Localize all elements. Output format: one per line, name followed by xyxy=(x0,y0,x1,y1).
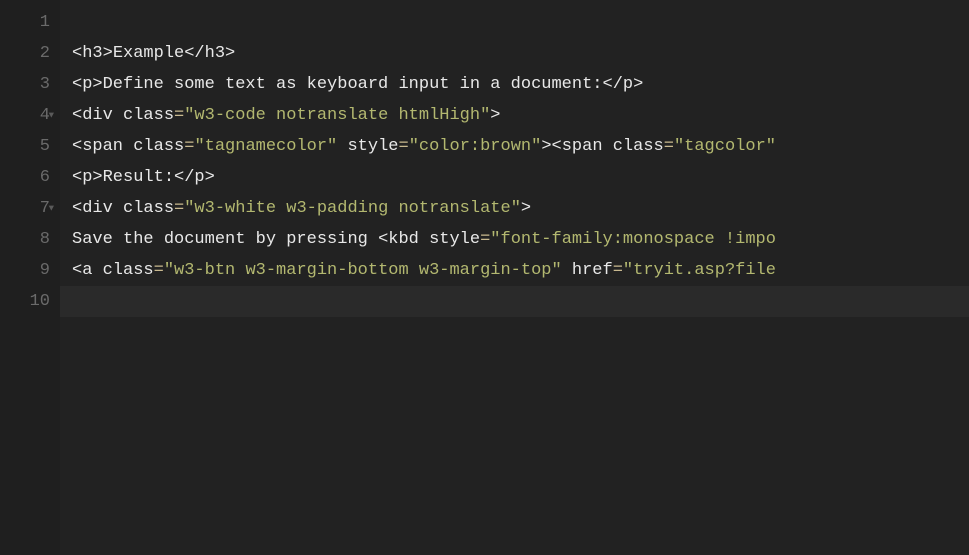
code-editor: 1 2 3 4▼ 5 6 7▼ 8 9 10 <h3>Example</h3> … xyxy=(0,0,969,555)
line-number[interactable]: 8 xyxy=(0,224,50,255)
code-line[interactable]: <a class="w3-btn w3-margin-bottom w3-mar… xyxy=(72,255,969,286)
line-number[interactable]: 5 xyxy=(0,131,50,162)
code-line[interactable]: <p>Define some text as keyboard input in… xyxy=(72,69,969,100)
line-number-gutter[interactable]: 1 2 3 4▼ 5 6 7▼ 8 9 10 xyxy=(0,0,60,555)
line-number[interactable]: 10 xyxy=(0,286,50,317)
line-number[interactable]: 9 xyxy=(0,255,50,286)
line-number[interactable]: 1 xyxy=(0,7,50,38)
line-number[interactable]: 6 xyxy=(0,162,50,193)
line-number[interactable]: 4▼ xyxy=(0,100,50,131)
code-line[interactable]: <div class="w3-code notranslate htmlHigh… xyxy=(72,100,969,131)
code-line[interactable]: <p>Result:</p> xyxy=(72,162,969,193)
line-number[interactable]: 2 xyxy=(0,38,50,69)
code-line[interactable]: <h3>Example</h3> xyxy=(72,38,969,69)
line-number[interactable]: 7▼ xyxy=(0,193,50,224)
fold-marker-icon[interactable]: ▼ xyxy=(49,100,54,131)
code-line[interactable]: <span class="tagnamecolor" style="color:… xyxy=(72,131,969,162)
fold-marker-icon[interactable]: ▼ xyxy=(49,193,54,224)
code-line[interactable]: Save the document by pressing <kbd style… xyxy=(72,224,969,255)
current-line-highlight xyxy=(60,286,969,317)
line-number[interactable]: 3 xyxy=(0,69,50,100)
code-line[interactable]: <div class="w3-white w3-padding notransl… xyxy=(72,193,969,224)
code-line[interactable] xyxy=(72,7,969,38)
code-content-area[interactable]: <h3>Example</h3> <p>Define some text as … xyxy=(60,0,969,555)
